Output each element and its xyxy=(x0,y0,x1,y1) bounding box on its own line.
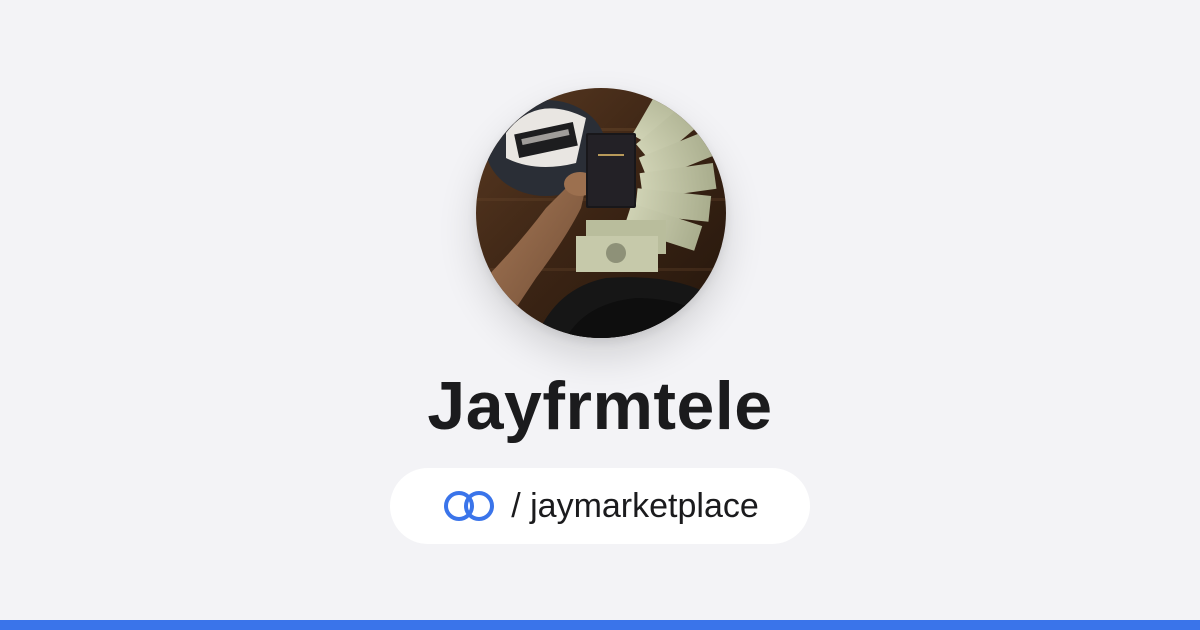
profile-link-button[interactable]: / jaymarketplace xyxy=(390,468,810,544)
profile-avatar xyxy=(476,88,726,338)
avatar-photo xyxy=(476,88,726,338)
profile-name: Jayfrmtele xyxy=(427,368,773,444)
accent-bar xyxy=(0,620,1200,630)
profile-handle: / jaymarketplace xyxy=(511,486,759,525)
link-rings-icon xyxy=(441,488,499,524)
